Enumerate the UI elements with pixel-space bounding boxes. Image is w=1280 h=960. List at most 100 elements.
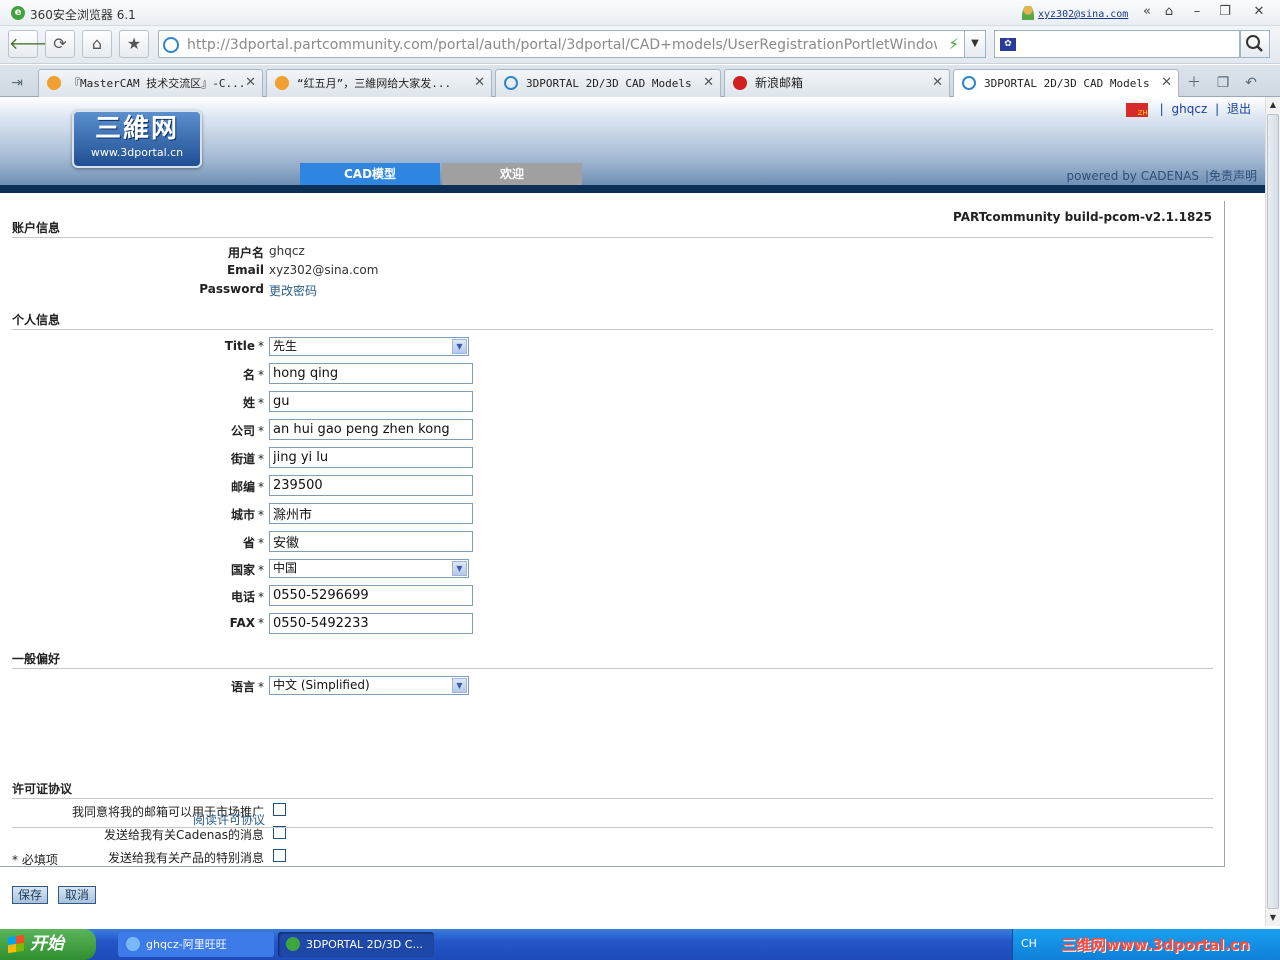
header-username-link[interactable]: ghqcz — [1172, 102, 1208, 116]
back-button[interactable]: 🡐 — [8, 30, 52, 58]
disclaimer-link[interactable]: 免责声明 — [1209, 169, 1257, 183]
required-mark: * — [258, 508, 264, 522]
user-icon — [1022, 6, 1034, 20]
baidu-search-engine-icon[interactable]: ✿ — [1000, 38, 1016, 51]
tab-favicon — [275, 76, 289, 90]
required-mark: * — [258, 424, 264, 438]
save-button[interactable]: 保存 — [12, 886, 48, 904]
skin-icon[interactable]: ⌂ — [1158, 3, 1180, 21]
collapse-icon[interactable]: « — [1136, 3, 1158, 21]
row-fax: FAX * — [0, 613, 700, 635]
required-mark: * — [258, 563, 264, 577]
chevron-down-icon[interactable]: ▼ — [452, 339, 467, 354]
row-language: 语言 * 中文 (Simplified) ▼ — [0, 675, 700, 697]
row-first-name: 名 * — [0, 363, 700, 385]
country-label-text: 国家 — [230, 563, 255, 577]
language-label: 语言 * — [231, 678, 264, 695]
city-field[interactable] — [269, 503, 473, 524]
zip-label-text: 邮编 — [230, 480, 255, 494]
tab-sina-mail[interactable]: 新浪邮箱 ✕ — [724, 69, 950, 97]
fax-field[interactable] — [269, 613, 473, 634]
scroll-up-icon[interactable]: ▲ — [1267, 98, 1279, 112]
site-security-icon — [163, 37, 179, 53]
search-box[interactable]: ✿ — [994, 30, 1240, 58]
language-flag-icon[interactable]: ZH — [1125, 103, 1148, 117]
nav-tab-welcome[interactable]: 欢迎 — [442, 163, 582, 185]
product-offers-checkbox[interactable] — [273, 849, 286, 862]
system-tray: CH 三维网www.3dportal.cn — [1012, 929, 1280, 960]
browser-user-email[interactable]: xyz302@sina.com — [1038, 9, 1128, 20]
tab-close-icon[interactable]: ✕ — [932, 70, 943, 96]
tab-3dportal-1[interactable]: 3DPORTAL 2D/3D CAD Models ✕ — [495, 69, 721, 97]
speed-mode-icon[interactable]: ⚡ — [948, 35, 959, 53]
required-mark: * — [258, 368, 264, 382]
company-label-text: 公司 — [230, 424, 255, 438]
new-tab-icon[interactable]: ＋ — [1183, 72, 1205, 94]
undo-close-icon[interactable]: ↶ — [1240, 72, 1262, 94]
tab-close-icon[interactable]: ✕ — [703, 70, 714, 96]
province-field[interactable] — [269, 531, 473, 552]
restore-button[interactable]: ❐ — [1214, 3, 1236, 21]
start-button[interactable]: 开始 — [0, 929, 96, 960]
close-window-button[interactable]: ✕ — [1248, 3, 1270, 21]
phone-label: 电话 * — [231, 588, 264, 605]
refresh-button[interactable]: ⟳ — [45, 30, 75, 58]
phone-field[interactable] — [269, 585, 473, 606]
fax-label-text: FAX — [229, 616, 255, 630]
browser-user-account[interactable]: xyz302@sina.com — [1022, 6, 1128, 20]
last-name-field[interactable] — [269, 391, 473, 412]
input-language-indicator[interactable]: CH — [1021, 937, 1037, 950]
zip-field[interactable] — [269, 475, 473, 496]
tab-close-icon[interactable]: ✕ — [245, 70, 256, 96]
required-mark: * — [258, 396, 264, 410]
url-history-dropdown[interactable]: ▼ — [964, 30, 986, 58]
tab-3dportal-active[interactable]: 3DPORTAL 2D/3D CAD Models ✕ — [953, 69, 1179, 98]
task-aliwangwang[interactable]: ghqcz-阿里旺旺 — [118, 932, 274, 957]
section-personal-info: 个人信息 — [12, 311, 1213, 330]
company-label: 公司 * — [231, 422, 264, 439]
read-license-link[interactable]: 阅读许可协议 — [193, 811, 265, 828]
tab-list-icon[interactable]: ❐ — [1212, 72, 1234, 94]
page-scrollbar[interactable]: ▲ ▼ — [1265, 97, 1280, 926]
scroll-down-icon[interactable]: ▼ — [1267, 911, 1279, 925]
scrollbar-thumb[interactable] — [1267, 114, 1279, 909]
title-selected-value: 先生 — [273, 339, 298, 353]
tab-close-icon[interactable]: ✕ — [1161, 70, 1172, 96]
tab-label: “红五月”，三維网给大家发... — [297, 77, 452, 90]
chevron-down-icon[interactable]: ▼ — [452, 678, 467, 693]
row-street: 街道 * — [0, 447, 700, 469]
company-field[interactable] — [269, 419, 473, 440]
logout-link[interactable]: 退出 — [1227, 102, 1251, 116]
tab-close-icon[interactable]: ✕ — [474, 70, 485, 96]
required-mark: * — [258, 536, 264, 550]
change-password-link[interactable]: 更改密码 — [269, 282, 317, 299]
browser-titlebar: e 360安全浏览器 6.1 xyz302@sina.com « ⌂ – ❐ ✕ — [0, 0, 1280, 26]
url-input[interactable] — [187, 35, 937, 55]
marketing-consent-checkbox[interactable] — [273, 803, 286, 816]
sidebar-toggle-icon[interactable]: ⇥ — [6, 72, 28, 94]
site-logo[interactable]: 三維网 www.3dportal.cn — [72, 110, 202, 168]
row-phone: 电话 * — [0, 585, 700, 607]
tab-mastercam[interactable]: 『MasterCAM 技术交流区』-C... ✕ — [38, 69, 263, 97]
street-field[interactable] — [269, 447, 473, 468]
chevron-down-icon[interactable]: ▼ — [452, 561, 467, 576]
nav-tab-cad-models[interactable]: CAD模型 — [300, 163, 440, 185]
tab-red-may[interactable]: “红五月”，三維网给大家发... ✕ — [266, 69, 492, 97]
row-marketing-consent: 我同意将我的邮箱可以用于市场推广 — [0, 801, 700, 821]
language-selected-value: 中文 (Simplified) — [273, 678, 370, 692]
search-button[interactable] — [1240, 30, 1270, 58]
home-button[interactable]: ⌂ — [82, 30, 112, 58]
address-bar[interactable]: ⚡ — [158, 30, 966, 58]
tab-favicon — [47, 76, 61, 90]
tab-label: 3DPORTAL 2D/3D CAD Models — [526, 77, 692, 90]
language-select[interactable]: 中文 (Simplified) ▼ — [269, 676, 469, 695]
header-divider — [0, 185, 1265, 193]
minimize-button[interactable]: – — [1186, 3, 1208, 21]
browser-title: 360安全浏览器 6.1 — [30, 8, 136, 22]
cancel-button[interactable]: 取消 — [58, 886, 96, 904]
first-name-field[interactable] — [269, 363, 473, 384]
country-select[interactable]: 中国 ▼ — [269, 559, 469, 578]
task-3dportal[interactable]: 3DPORTAL 2D/3D C... — [278, 932, 434, 957]
title-select[interactable]: 先生 ▼ — [269, 337, 469, 356]
favorites-button[interactable]: ★ — [119, 30, 149, 58]
